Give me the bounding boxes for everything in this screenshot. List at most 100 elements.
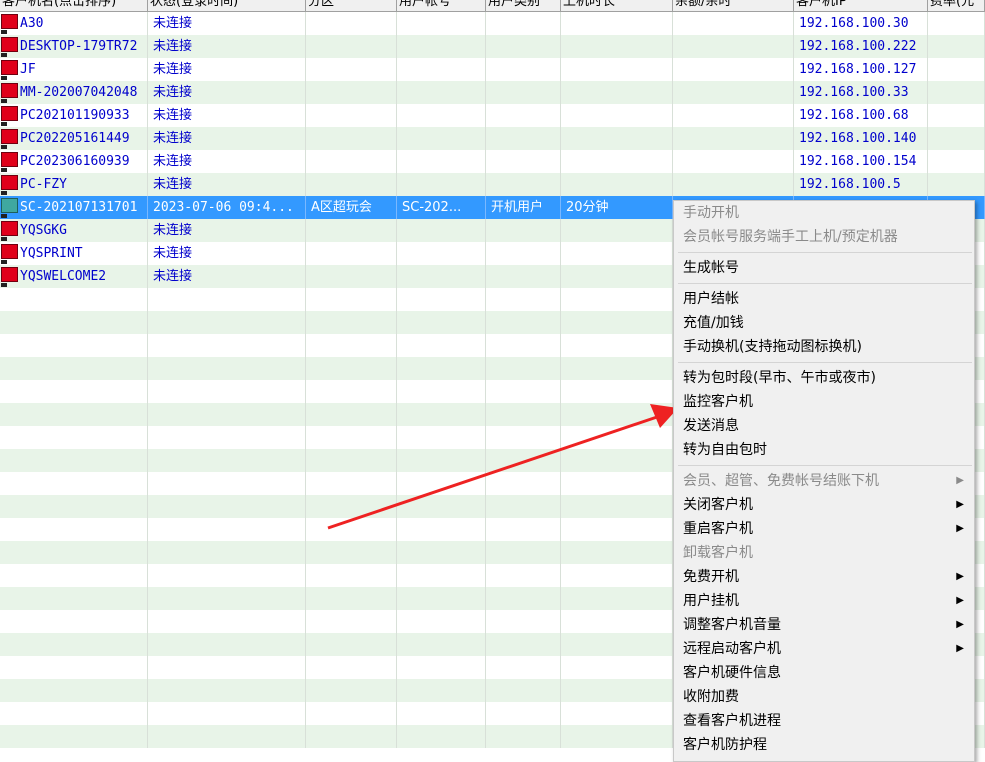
menu-item: 会员帐号服务端手工上机/预定机器 <box>674 225 974 249</box>
cell-client-name <box>0 541 148 564</box>
cell-category <box>486 518 561 541</box>
cell-status: 未连接 <box>148 242 306 265</box>
menu-item[interactable]: 查看客户机进程 <box>674 709 974 733</box>
cell-duration <box>561 334 673 357</box>
menu-item[interactable]: 转为自由包时 <box>674 438 974 462</box>
cell-zone <box>306 150 397 173</box>
menu-item[interactable]: 用户挂机 ▶ <box>674 589 974 613</box>
menu-item[interactable]: 免费开机 ▶ <box>674 565 974 589</box>
cell-category <box>486 541 561 564</box>
cell-account <box>397 311 486 334</box>
cell-status: 未连接 <box>148 150 306 173</box>
menu-item[interactable]: 监控客户机 <box>674 390 974 414</box>
cell-category <box>486 334 561 357</box>
cell-duration <box>561 35 673 58</box>
table-row[interactable]: JF 未连接 192.168.100.127 <box>0 58 985 81</box>
cell-account <box>397 403 486 426</box>
column-header-rate[interactable]: 费率(元 <box>928 0 985 11</box>
menu-item[interactable]: 远程启动客户机 ▶ <box>674 637 974 661</box>
cell-duration <box>561 725 673 748</box>
cell-zone <box>306 265 397 288</box>
cell-zone <box>306 242 397 265</box>
cell-ip: 192.168.100.140 <box>794 127 928 150</box>
table-row[interactable]: MM-202007042048 未连接 192.168.100.33 <box>0 81 985 104</box>
client-name-text: DESKTOP-179TR72 <box>20 39 138 54</box>
menu-item[interactable]: 关闭客户机 ▶ <box>674 493 974 517</box>
menu-item[interactable]: 收附加费 <box>674 685 974 709</box>
cell-client-name <box>0 311 148 334</box>
menu-item[interactable]: 用户结帐 <box>674 287 974 311</box>
cell-category <box>486 380 561 403</box>
column-header-category[interactable]: 用户类别 <box>486 0 561 11</box>
table-row[interactable]: PC202205161449 未连接 192.168.100.140 <box>0 127 985 150</box>
client-name-text: MM-202007042048 <box>20 85 138 100</box>
menu-separator <box>678 465 972 466</box>
cell-account <box>397 219 486 242</box>
cell-client-name <box>0 656 148 679</box>
table-row[interactable]: PC202101190933 未连接 192.168.100.68 <box>0 104 985 127</box>
column-header-client-name[interactable]: 客户机名(点击排序) <box>0 0 148 11</box>
client-name-text: PC202205161449 <box>20 131 130 146</box>
menu-item-label: 生成帐号 <box>683 260 739 276</box>
column-header-balance[interactable]: 余额/余时 <box>673 0 794 11</box>
cell-category <box>486 265 561 288</box>
cell-client-name <box>0 426 148 449</box>
cell-zone <box>306 541 397 564</box>
cell-account <box>397 656 486 679</box>
cell-zone <box>306 633 397 656</box>
menu-item[interactable]: 重启客户机 ▶ <box>674 517 974 541</box>
cell-duration <box>561 426 673 449</box>
cell-balance <box>673 12 794 35</box>
cell-client-name <box>0 725 148 748</box>
table-row[interactable]: PC202306160939 未连接 192.168.100.154 <box>0 150 985 173</box>
cell-status <box>148 679 306 702</box>
menu-item[interactable]: 转为包时段(早市、午市或夜市) <box>674 366 974 390</box>
cell-category <box>486 472 561 495</box>
menu-item[interactable]: 生成帐号 <box>674 256 974 280</box>
menu-item[interactable]: 充值/加钱 <box>674 311 974 335</box>
cell-status: 未连接 <box>148 265 306 288</box>
cell-client-name: SC-202107131701 <box>0 196 148 219</box>
cell-account <box>397 35 486 58</box>
cell-zone <box>306 403 397 426</box>
table-row[interactable]: DESKTOP-179TR72 未连接 192.168.100.222 <box>0 35 985 58</box>
cell-status <box>148 656 306 679</box>
cell-client-name <box>0 380 148 403</box>
menu-item-label: 卸载客户机 <box>683 545 753 561</box>
cell-category <box>486 311 561 334</box>
cell-client-name <box>0 334 148 357</box>
cell-duration <box>561 587 673 610</box>
cell-client-name <box>0 449 148 472</box>
cell-status <box>148 702 306 725</box>
table-row[interactable]: PC-FZY 未连接 192.168.100.5 <box>0 173 985 196</box>
menu-item[interactable]: 客户机硬件信息 <box>674 661 974 685</box>
column-header-zone[interactable]: 分区 <box>306 0 397 11</box>
cell-category <box>486 610 561 633</box>
column-header-ip[interactable]: 客户机IP <box>794 0 928 11</box>
column-header-status[interactable]: 状态(登录时间) <box>148 0 306 11</box>
cell-category <box>486 288 561 311</box>
cell-category <box>486 564 561 587</box>
cell-client-name <box>0 472 148 495</box>
table-row[interactable]: A30 未连接 192.168.100.30 <box>0 12 985 35</box>
cell-client-name: PC202101190933 <box>0 104 148 127</box>
column-header-account[interactable]: 用户帐号 <box>397 0 486 11</box>
menu-item-label: 远程启动客户机 <box>683 641 781 657</box>
column-header-duration[interactable]: 上机时长 <box>561 0 673 11</box>
menu-item[interactable]: 调整客户机音量 ▶ <box>674 613 974 637</box>
cell-category <box>486 58 561 81</box>
computer-offline-icon <box>0 266 20 288</box>
cell-zone <box>306 127 397 150</box>
cell-account <box>397 104 486 127</box>
cell-account <box>397 380 486 403</box>
computer-offline-icon <box>0 59 20 81</box>
menu-item[interactable]: 发送消息 <box>674 414 974 438</box>
menu-item[interactable]: 手动换机(支持拖动图标换机) <box>674 335 974 359</box>
cell-account <box>397 518 486 541</box>
cell-category <box>486 104 561 127</box>
cell-zone <box>306 380 397 403</box>
computer-online-icon <box>0 197 20 219</box>
menu-item-label: 免费开机 <box>683 569 739 585</box>
menu-item[interactable]: 客户机防护程 <box>674 733 974 757</box>
cell-client-name: PC202306160939 <box>0 150 148 173</box>
